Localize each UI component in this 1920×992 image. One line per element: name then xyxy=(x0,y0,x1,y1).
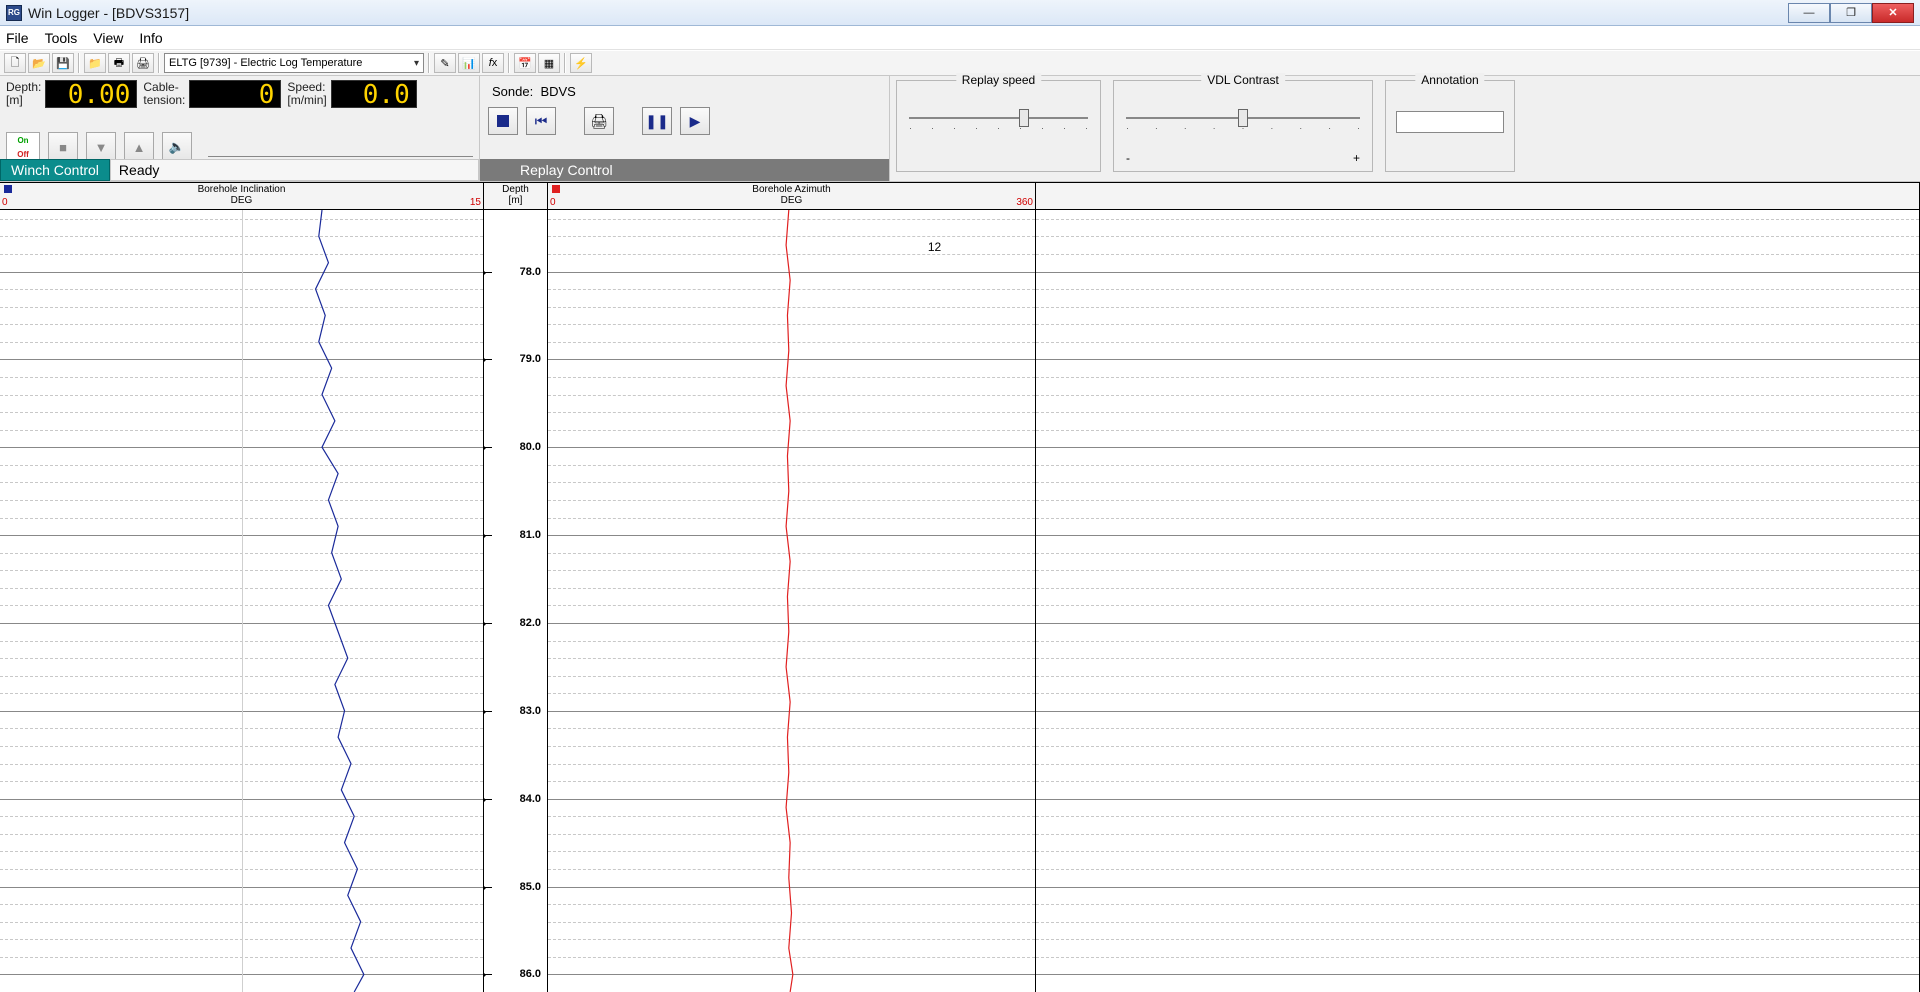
depth-label-value: 81.0 xyxy=(520,529,541,541)
menu-tools[interactable]: Tools xyxy=(45,30,78,46)
depth-label-value: 83.0 xyxy=(520,705,541,717)
replay-strip: Replay Control xyxy=(480,159,889,181)
depth-label-value: 78.0 xyxy=(520,266,541,278)
app-icon: RG xyxy=(6,5,22,21)
menu-view[interactable]: View xyxy=(93,30,123,46)
chart-icon[interactable]: 📊 xyxy=(458,53,480,73)
track-inclination: Borehole Inclination DEG 0 15 xyxy=(0,182,484,992)
speed-ticks: ········· xyxy=(909,123,1088,133)
depth-label-value: 85.0 xyxy=(520,881,541,893)
onoff-toggle[interactable]: On Off xyxy=(6,132,40,162)
save-icon[interactable]: 💾 xyxy=(52,53,74,73)
fx-icon[interactable]: fx xyxy=(482,53,504,73)
replay-speed-legend: Replay speed xyxy=(956,73,1041,87)
track-blank-header xyxy=(1036,182,1919,210)
speed-lcd: 0.0 xyxy=(331,80,417,108)
replay-prev-button[interactable]: ⏮ xyxy=(526,107,556,135)
separator xyxy=(564,53,566,73)
separator xyxy=(508,53,510,73)
vdl-legend: VDL Contrast xyxy=(1201,73,1285,87)
winch-panel: Depth:[m] 0.00 Cable-tension: 0 Speed:[m… xyxy=(0,76,480,181)
control-panels: Depth:[m] 0.00 Cable-tension: 0 Speed:[m… xyxy=(0,76,1920,182)
track-azimuth: Borehole Azimuth DEG 0 360 12 xyxy=(548,182,1036,992)
winch-control-label: Winch Control xyxy=(0,159,110,181)
separator xyxy=(78,53,80,73)
wand-icon[interactable]: ✎ xyxy=(434,53,456,73)
track-depth: Depth [m] 78.0 79.0 80.0 81.0 82.0 83.0 84.0 85… xyxy=(484,182,548,992)
azimuth-marker-icon xyxy=(552,185,560,193)
tool-combo[interactable]: ELTG [9739] - Electric Log Temperature xyxy=(164,53,424,73)
depth-label-value: 84.0 xyxy=(520,793,541,805)
calendar-icon[interactable]: 📅 xyxy=(514,53,536,73)
track-inclination-header: Borehole Inclination DEG 0 15 xyxy=(0,182,483,210)
print-icon[interactable]: 🖨 xyxy=(132,53,154,73)
vdl-contrast-group: VDL Contrast ········· -+ xyxy=(1113,80,1373,172)
track-blank-body[interactable] xyxy=(1036,210,1919,992)
bolt-icon[interactable]: ⚡ xyxy=(570,53,592,73)
replay-stop-button[interactable] xyxy=(488,107,518,135)
new-icon[interactable]: 🗋 xyxy=(4,53,26,73)
winch-up-button[interactable]: ▲ xyxy=(124,132,154,162)
replay-panel: Sonde: BDVS ⏮ 🖨 ❚❚ ▶ Replay Control xyxy=(480,76,890,181)
winch-status: Ready xyxy=(110,159,479,181)
azimuth-annotation-12: 12 xyxy=(928,240,941,254)
replay-speed-group: Replay speed ········· xyxy=(896,80,1101,172)
sonde-row: Sonde: BDVS xyxy=(492,84,881,99)
track-blank xyxy=(1036,182,1920,992)
winch-sound-button[interactable]: 🔈 xyxy=(162,132,192,162)
annotation-legend: Annotation xyxy=(1415,73,1484,87)
tension-label: Cable-tension: xyxy=(143,81,185,107)
on-label: On xyxy=(7,133,39,147)
maximize-button[interactable]: ❐ xyxy=(1830,3,1872,23)
depth-label-value: 82.0 xyxy=(520,617,541,629)
track-depth-header: Depth [m] xyxy=(484,182,547,210)
winch-stop-button[interactable]: ■ xyxy=(48,132,78,162)
depth-lcd: 0.00 xyxy=(45,80,137,108)
track-azimuth-body[interactable]: 12 xyxy=(548,210,1035,992)
vdl-minus: - xyxy=(1126,151,1130,165)
track-inclination-body[interactable] xyxy=(0,210,483,992)
depth-label-value: 80.0 xyxy=(520,441,541,453)
separator xyxy=(158,53,160,73)
vdl-plus: + xyxy=(1353,151,1360,165)
folder-icon[interactable]: 📁 xyxy=(84,53,106,73)
replay-pause-button[interactable]: ❚❚ xyxy=(642,107,672,135)
close-button[interactable]: ✕ xyxy=(1872,3,1914,23)
depth-label: Depth:[m] xyxy=(6,81,41,107)
title-bar: RG Win Logger - [BDVS3157] — ❐ ✕ xyxy=(0,0,1920,26)
tool-combo-text: ELTG [9739] - Electric Log Temperature xyxy=(169,57,362,69)
replay-print-button[interactable]: 🖨 xyxy=(584,107,614,135)
speed-slider-track[interactable] xyxy=(909,117,1088,119)
menu-file[interactable]: File xyxy=(6,30,29,46)
winch-down-button[interactable]: ▼ xyxy=(86,132,116,162)
winch-slider[interactable] xyxy=(208,137,473,157)
grid-icon[interactable]: ▦ xyxy=(538,53,560,73)
menu-bar: File Tools View Info xyxy=(0,26,1920,50)
menu-info[interactable]: Info xyxy=(139,30,162,46)
vdl-ticks: ········· xyxy=(1126,123,1360,133)
depth-label-value: 79.0 xyxy=(520,353,541,365)
replay-play-button[interactable]: ▶ xyxy=(680,107,710,135)
annotation-group: Annotation xyxy=(1385,80,1515,172)
minimize-button[interactable]: — xyxy=(1788,3,1830,23)
window-buttons: — ❐ ✕ xyxy=(1788,3,1914,23)
tension-lcd: 0 xyxy=(189,80,281,108)
open-icon[interactable]: 📂 xyxy=(28,53,50,73)
inclination-marker-icon xyxy=(4,185,12,193)
track-depth-body[interactable]: 78.0 79.0 80.0 81.0 82.0 83.0 84.0 85.0 86.0 xyxy=(484,210,547,992)
track-azimuth-header: Borehole Azimuth DEG 0 360 xyxy=(548,182,1035,210)
preview-icon[interactable]: 🖶 xyxy=(108,53,130,73)
depth-label-value: 86.0 xyxy=(520,968,541,980)
separator xyxy=(428,53,430,73)
annotation-input[interactable] xyxy=(1396,111,1504,133)
log-area: Borehole Inclination DEG 0 15 Depth [m] … xyxy=(0,182,1920,992)
speed-label: Speed:[m/min] xyxy=(287,81,326,107)
window-title: Win Logger - [BDVS3157] xyxy=(28,5,189,21)
